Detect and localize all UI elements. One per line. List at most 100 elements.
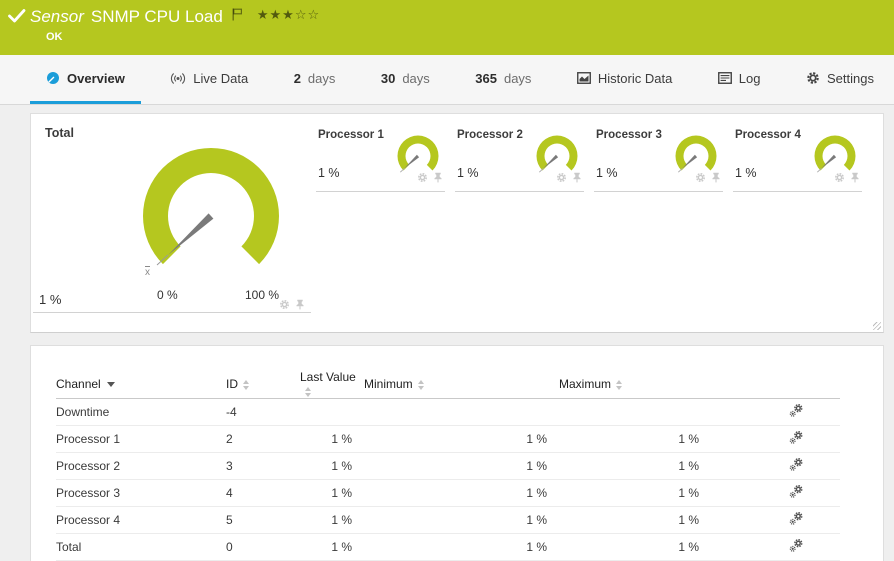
gauge-tile-processor-3[interactable]: Processor 3 1 %	[594, 122, 723, 192]
cell-id: 3	[226, 453, 300, 480]
cell-id: 2	[226, 426, 300, 453]
edit-channel-gears-icon[interactable]	[789, 430, 804, 448]
table-row-total[interactable]: Total 0 1 % 1 % 1 %	[56, 534, 840, 561]
cell-maximum	[559, 399, 711, 426]
priority-stars[interactable]: ★★★☆☆	[257, 7, 320, 23]
tab-log[interactable]: Log	[702, 55, 777, 104]
tab-bar: Overview Live Data 2 days 30 days 365 da…	[0, 55, 894, 105]
cell-last-value: 1 %	[300, 426, 364, 453]
tab-2-days[interactable]: 2 days	[278, 55, 352, 104]
edit-channel-gears-icon[interactable]	[789, 538, 804, 556]
gauge-pin-icon[interactable]	[711, 172, 721, 183]
cell-id: 0	[226, 534, 300, 561]
gauge-pin-icon[interactable]	[295, 299, 305, 310]
tab-historic-data[interactable]: Historic Data	[561, 55, 688, 104]
gauge-scale-max: 100 %	[245, 288, 279, 302]
sort-toggle-icon	[418, 380, 424, 390]
column-label: ID	[226, 377, 238, 391]
gauge-pin-icon[interactable]	[850, 172, 860, 183]
gauge-icon	[46, 71, 60, 85]
cell-last-value: 1 %	[300, 480, 364, 507]
edit-channel-gears-icon[interactable]	[789, 484, 804, 502]
table-row-processor-3[interactable]: Processor 3 4 1 % 1 % 1 %	[56, 480, 840, 507]
gauge-settings-gear-icon[interactable]	[279, 299, 290, 310]
log-list-icon	[718, 72, 732, 84]
gauge-value: 1 %	[596, 166, 618, 180]
table-row-downtime[interactable]: Downtime -4	[56, 399, 840, 426]
status-check-icon	[8, 8, 26, 24]
table-row-processor-2[interactable]: Processor 2 3 1 % 1 % 1 %	[56, 453, 840, 480]
status-badge: OK	[46, 31, 63, 43]
cell-id: 4	[226, 480, 300, 507]
gauge-title: Processor 4	[735, 129, 801, 141]
gauge-tile-processor-2[interactable]: Processor 2 1 %	[455, 122, 584, 192]
column-header-id[interactable]: ID	[226, 370, 300, 399]
tab-days-number: 30	[381, 71, 395, 86]
tab-live-data[interactable]: Live Data	[154, 55, 264, 104]
cell-id: 5	[226, 507, 300, 534]
table-row-processor-1[interactable]: Processor 1 2 1 % 1 % 1 %	[56, 426, 840, 453]
area-chart-icon	[577, 72, 591, 84]
gauge-tile-processor-4[interactable]: Processor 4 1 %	[733, 122, 862, 192]
gauge-pin-icon[interactable]	[572, 172, 582, 183]
column-header-maximum[interactable]: Maximum	[559, 370, 711, 399]
broadcast-icon	[170, 72, 186, 85]
cell-minimum: 1 %	[364, 534, 559, 561]
cell-maximum: 1 %	[559, 453, 711, 480]
column-label: Maximum	[559, 377, 611, 391]
gauge-pin-icon[interactable]	[433, 172, 443, 183]
tab-settings[interactable]: Settings	[790, 55, 890, 104]
tab-label: Historic Data	[598, 71, 672, 86]
cell-channel: Downtime	[56, 399, 226, 426]
gauges-panel: Total x 0 % 100 % 1 %	[30, 113, 884, 333]
tab-overview[interactable]: Overview	[30, 55, 141, 104]
stars-filled-icon[interactable]: ★★★	[257, 7, 295, 22]
gauge-title: Processor 1	[318, 129, 384, 141]
gauge-value: 1 %	[457, 166, 479, 180]
column-header-last-value[interactable]: Last Value	[300, 370, 364, 399]
table-row-processor-4[interactable]: Processor 4 5 1 % 1 % 1 %	[56, 507, 840, 534]
sort-toggle-icon	[305, 387, 311, 397]
cell-maximum: 1 %	[559, 480, 711, 507]
gauge-settings-gear-icon[interactable]	[556, 172, 567, 183]
cell-maximum: 1 %	[559, 507, 711, 534]
tab-30-days[interactable]: 30 days	[365, 55, 446, 104]
tab-365-days[interactable]: 365 days	[459, 55, 547, 104]
stars-empty-icon[interactable]: ☆☆	[295, 7, 320, 22]
sort-toggle-icon	[616, 380, 622, 390]
column-header-channel[interactable]: Channel	[56, 370, 226, 399]
column-label: Minimum	[364, 377, 413, 391]
channels-panel: Channel ID Last Value Minimum Maximum Do…	[30, 345, 884, 561]
tab-days-suffix: days	[308, 71, 335, 86]
sensor-status-header: Sensor SNMP CPU Load ★★★☆☆ OK	[0, 0, 894, 55]
column-header-minimum[interactable]: Minimum	[364, 370, 559, 399]
gauge-tile-processor-1[interactable]: Processor 1 1 %	[316, 122, 445, 192]
gauge-value: 1 %	[735, 166, 757, 180]
gauge-scale-min: 0 %	[157, 288, 178, 302]
tab-label: Live Data	[193, 71, 248, 86]
panel-resize-handle[interactable]	[873, 322, 881, 330]
cell-id: -4	[226, 399, 300, 426]
cell-minimum: 1 %	[364, 453, 559, 480]
flag-icon[interactable]	[232, 8, 243, 21]
mean-marker-label: x	[145, 267, 150, 278]
gauge-value: 1 %	[318, 166, 340, 180]
gauge-settings-gear-icon[interactable]	[417, 172, 428, 183]
tab-label: Settings	[827, 71, 874, 86]
cell-minimum: 1 %	[364, 507, 559, 534]
tab-days-suffix: days	[402, 71, 429, 86]
sensor-page: Sensor SNMP CPU Load ★★★☆☆ OK Overview L…	[0, 0, 894, 561]
edit-channel-gears-icon[interactable]	[789, 403, 804, 421]
edit-channel-gears-icon[interactable]	[789, 457, 804, 475]
gauge-tile-total[interactable]: Total x 0 % 100 % 1 %	[31, 114, 311, 314]
gauge-settings-gear-icon[interactable]	[695, 172, 706, 183]
column-label: Last Value	[300, 370, 356, 384]
cell-last-value: 1 %	[300, 507, 364, 534]
channel-table: Channel ID Last Value Minimum Maximum Do…	[56, 370, 840, 561]
cell-maximum: 1 %	[559, 534, 711, 561]
cell-channel: Processor 2	[56, 453, 226, 480]
edit-channel-gears-icon[interactable]	[789, 511, 804, 529]
gauge-settings-gear-icon[interactable]	[834, 172, 845, 183]
cell-channel: Processor 4	[56, 507, 226, 534]
cell-maximum: 1 %	[559, 426, 711, 453]
